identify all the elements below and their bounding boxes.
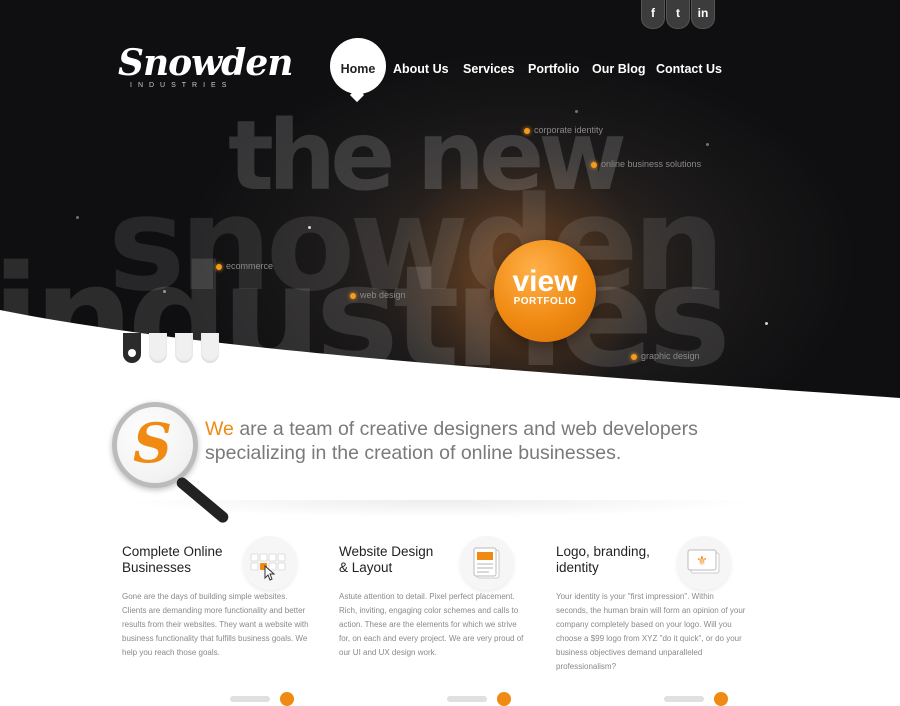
service-title-line2: Businesses — [122, 560, 192, 575]
read-more-line — [447, 696, 487, 702]
linkedin-icon: in — [697, 6, 709, 20]
twitter-button[interactable]: t — [666, 0, 690, 29]
tag-web-design: web design — [350, 290, 406, 300]
tag-dot-icon — [524, 127, 530, 134]
tag-corporate-identity: corporate identity — [524, 125, 603, 135]
read-more-button[interactable] — [497, 692, 511, 706]
tag-label: web design — [360, 290, 406, 300]
service-body: Gone are the days of building simple web… — [122, 592, 309, 657]
read-more-button[interactable] — [280, 692, 294, 706]
magnifier-icon: S — [112, 402, 198, 488]
tag-ecommerce: ecommerce — [216, 261, 273, 271]
slide-dot-2[interactable] — [149, 333, 167, 363]
nav-home-label: Home — [340, 62, 376, 76]
facebook-icon: f — [651, 6, 655, 20]
service-body: Astute attention to detail. Pixel perfec… — [339, 592, 524, 657]
intro-statement: We are a team of creative designers and … — [205, 417, 698, 465]
s-logo-mark: S — [133, 411, 172, 475]
slide-dot-3[interactable] — [175, 333, 193, 363]
read-more-line — [230, 696, 270, 702]
intro-we: We — [205, 418, 234, 440]
tag-label: online business solutions — [601, 159, 702, 169]
view-portfolio-button[interactable]: view PORTFOLIO — [494, 240, 596, 342]
nav-home[interactable]: Home — [330, 38, 386, 94]
tag-label: graphic design — [641, 351, 700, 361]
tag-graphic-design: graphic design — [631, 351, 700, 361]
section-divider — [120, 500, 760, 518]
fleur-card-icon: ⚜ — [677, 536, 731, 590]
nav-about-us[interactable]: About Us — [393, 62, 449, 76]
twitter-icon: t — [676, 6, 680, 20]
cta-label-portfolio: PORTFOLIO — [513, 296, 577, 307]
nav-contact-us[interactable]: Contact Us — [656, 62, 722, 76]
service-body: Your identity is your "first impression"… — [556, 592, 746, 671]
tag-dot-icon — [216, 263, 222, 270]
service-title-line1: Website Design — [339, 544, 434, 559]
tag-label: corporate identity — [534, 125, 604, 135]
read-more-line — [664, 696, 704, 702]
slide-dot-1[interactable] — [123, 333, 141, 363]
nav-our-blog[interactable]: Our Blog — [592, 62, 645, 76]
linkedin-button[interactable]: in — [691, 0, 715, 29]
star-decoration — [706, 143, 709, 146]
service-title-line2: & Layout — [339, 560, 393, 575]
tag-dot-icon — [591, 161, 597, 168]
brand-name: Snowden — [118, 42, 293, 84]
star-decoration — [163, 290, 166, 293]
tag-online-business: online business solutions — [591, 159, 701, 169]
nav-services[interactable]: Services — [463, 62, 514, 76]
tag-label: ecommerce — [226, 261, 274, 271]
star-decoration — [308, 226, 311, 229]
nav-portfolio[interactable]: Portfolio — [528, 62, 579, 76]
document-icon — [460, 536, 514, 590]
intro-line1: are a team of creative designers and web… — [233, 418, 698, 440]
cta-label-view: view — [512, 265, 578, 298]
service-title-line1: Logo, branding, — [556, 544, 650, 559]
read-more-button[interactable] — [714, 692, 728, 706]
grid-cursor-icon — [243, 536, 297, 590]
slide-dot-4[interactable] — [201, 333, 219, 363]
service-title-line2: identity — [556, 560, 599, 575]
svg-text:⚜: ⚜ — [696, 554, 708, 569]
star-decoration — [575, 110, 578, 113]
facebook-button[interactable]: f — [641, 0, 665, 29]
service-title-line1: Complete Online — [122, 544, 223, 559]
tag-dot-icon — [350, 292, 356, 299]
tag-dot-icon — [631, 353, 637, 360]
brand-logo[interactable]: Snowden INDUSTRIES — [118, 42, 293, 89]
star-decoration — [76, 216, 79, 219]
intro-line2: specializing in the creation of online b… — [205, 442, 622, 464]
